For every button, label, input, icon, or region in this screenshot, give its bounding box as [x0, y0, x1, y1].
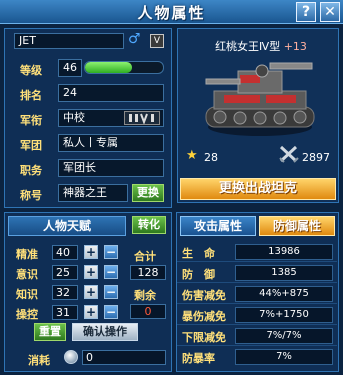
- consume-label: 消耗: [28, 354, 50, 367]
- military-rank-label: 军衔: [20, 114, 42, 127]
- gender-male-icon: ♂: [128, 31, 141, 47]
- convert-button[interactable]: 转化: [132, 216, 166, 234]
- talent-header: 人物天赋: [8, 216, 126, 236]
- close-button[interactable]: ✕: [320, 2, 340, 22]
- total-value: 128: [130, 265, 166, 280]
- remaining-label: 剩余: [134, 289, 156, 302]
- tank-stars: 28: [204, 151, 218, 164]
- attribute-label-defense: 防 御: [182, 268, 215, 281]
- stat-value-knowledge: 32: [52, 285, 78, 300]
- attribute-value-damage-reduction: 44%+875: [235, 286, 333, 302]
- tank-name: 红桃女王Ⅳ型 +13: [186, 38, 336, 54]
- awareness-minus-button[interactable]: −: [104, 265, 118, 279]
- attribute-row: 生 命 13986: [177, 242, 337, 262]
- attribute-label-floor-reduction: 下限减免: [182, 331, 226, 344]
- change-title-button[interactable]: 更换: [132, 184, 164, 202]
- legion-value: 私人丨专属: [58, 134, 164, 152]
- position-label: 职务: [20, 164, 42, 177]
- title-label: 称号: [20, 189, 42, 202]
- attribute-row: 伤害减免 44%+875: [177, 284, 337, 304]
- level-label: 等级: [20, 64, 42, 77]
- level-value: 46: [58, 59, 82, 77]
- consume-value: 0: [82, 350, 166, 365]
- rank-insignia-icon: [124, 111, 160, 125]
- change-tank-button[interactable]: 更换出战坦克: [180, 178, 336, 200]
- level-progress-fill: [85, 62, 132, 73]
- legion-label: 军团: [20, 139, 42, 152]
- remaining-value: 0: [130, 304, 166, 319]
- attribute-value-hp: 13986: [235, 244, 333, 260]
- stat-label-knowledge: 知识: [16, 288, 38, 301]
- consume-orb-icon: [64, 350, 78, 364]
- stat-value-precision: 40: [52, 245, 78, 260]
- attribute-value-floor-reduction: 7%/7%: [235, 328, 333, 344]
- ranking-label: 排名: [20, 89, 42, 102]
- precision-minus-button[interactable]: −: [104, 245, 118, 259]
- title-bar: 人物属性 ? ✕: [0, 0, 343, 24]
- awareness-plus-button[interactable]: +: [84, 265, 98, 279]
- stat-value-awareness: 25: [52, 265, 78, 280]
- level-progress-bar: [84, 61, 164, 74]
- stat-value-control: 31: [52, 305, 78, 320]
- attribute-label-damage-reduction: 伤害减免: [182, 289, 226, 302]
- precision-plus-button[interactable]: +: [84, 245, 98, 259]
- control-plus-button[interactable]: +: [84, 305, 98, 319]
- knowledge-plus-button[interactable]: +: [84, 285, 98, 299]
- tank-image: [200, 55, 320, 140]
- stat-label-awareness: 意识: [16, 268, 38, 281]
- defense-attributes-tab[interactable]: 防御属性: [259, 216, 335, 236]
- total-label: 合计: [134, 250, 156, 263]
- attribute-row: 防 御 1385: [177, 263, 337, 283]
- tank-name-text: 红桃女王Ⅳ型: [215, 40, 281, 53]
- crossed-swords-icon: [278, 144, 300, 164]
- knowledge-minus-button[interactable]: −: [104, 285, 118, 299]
- attribute-value-crit-resist: 7%: [235, 349, 333, 365]
- attribute-label-crit-resist: 防暴率: [182, 352, 215, 365]
- tank-power: 2897: [302, 151, 330, 164]
- control-minus-button[interactable]: −: [104, 305, 118, 319]
- player-name: JET: [14, 33, 124, 49]
- position-value: 军团长: [58, 159, 164, 177]
- rank-badge-icon: V: [150, 34, 164, 48]
- attribute-value-crit-damage-reduction: 7%+1750: [235, 307, 333, 323]
- attribute-row: 暴伤减免 7%+1750: [177, 305, 337, 325]
- attribute-row: 下限减免 7%/7%: [177, 326, 337, 346]
- attribute-label-hp: 生 命: [182, 247, 215, 260]
- attribute-label-crit-damage-reduction: 暴伤减免: [182, 310, 226, 323]
- title-value: 神器之王: [58, 184, 128, 202]
- confirm-button[interactable]: 确认操作: [72, 323, 138, 341]
- attribute-row: 防暴率 7%: [177, 347, 337, 367]
- stat-label-control: 操控: [16, 308, 38, 321]
- reset-button[interactable]: 重置: [34, 323, 66, 341]
- window-title: 人物属性: [137, 4, 206, 22]
- attribute-value-defense: 1385: [235, 265, 333, 281]
- tank-enhance-level: +13: [283, 40, 307, 53]
- stat-label-precision: 精准: [16, 248, 38, 261]
- star-icon: ★: [186, 148, 198, 163]
- ranking-value: 24: [58, 84, 164, 102]
- attack-attributes-tab[interactable]: 攻击属性: [180, 216, 256, 236]
- help-button[interactable]: ?: [296, 2, 316, 22]
